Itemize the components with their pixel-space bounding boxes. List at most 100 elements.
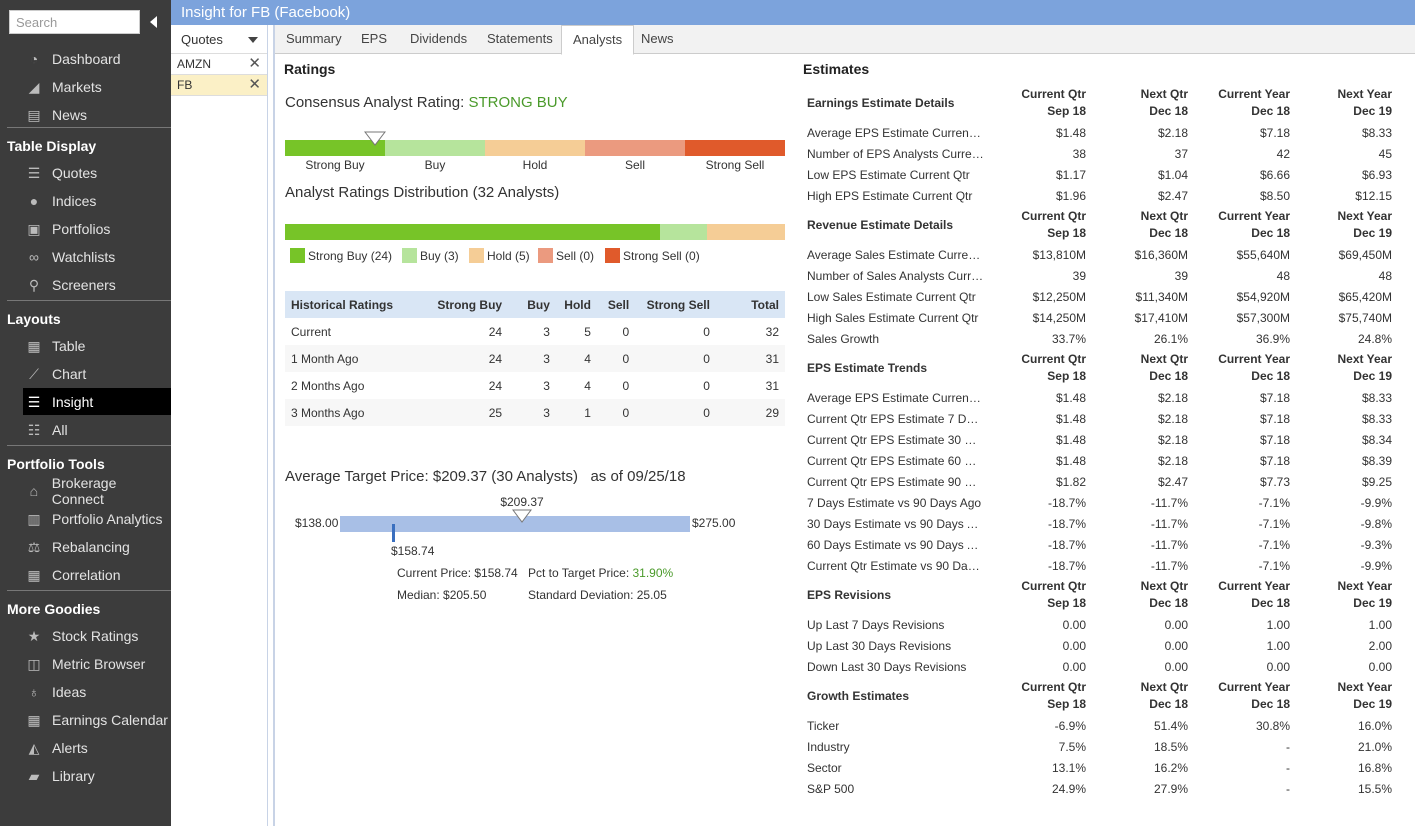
bank-icon: ⌂	[29, 482, 39, 499]
row-value: $8.50	[1259, 188, 1290, 203]
briefcase-icon: ▣	[27, 220, 41, 237]
table-cell: 3	[543, 324, 550, 339]
collapse-sidebar-icon[interactable]	[150, 16, 157, 28]
table-row: Number of EPS Analysts Current Qtr 38 37 42…	[807, 143, 1397, 164]
scale-segment	[585, 140, 685, 156]
estimate-column-header: Next Year Dec 19	[1290, 351, 1393, 385]
table-cell: 0	[703, 324, 710, 339]
row-value: 30.8%	[1255, 718, 1290, 733]
sidebar-item-quotes[interactable]: ☰ Quotes	[23, 159, 171, 186]
sidebar-item-dashboard[interactable]: ◔ Dashboard	[23, 45, 171, 72]
row-value: $8.33	[1361, 125, 1392, 140]
table-cell: 0	[596, 345, 636, 372]
row-value: -9.8%	[1360, 516, 1392, 531]
column-period: Next Year	[1337, 352, 1393, 366]
table-cell: 0	[622, 378, 630, 393]
table-header-row: Historical Ratings Strong Buy Buy Hold Sell S…	[285, 291, 785, 318]
tab-eps[interactable]: EPS	[350, 25, 398, 54]
sidebar-item-correlation[interactable]: ▦ Correlation	[23, 561, 171, 588]
dashboard-icon: ◔	[29, 50, 39, 67]
tab-dividends[interactable]: Dividends	[399, 25, 478, 54]
table-row: Low EPS Estimate Current Qtr $1.17 $1.04 $6…	[807, 164, 1397, 185]
sidebar-item-alerts[interactable]: ◭ Alerts	[23, 734, 171, 761]
row-value: 38	[1072, 146, 1086, 161]
ticker-row-amzn[interactable]: AMZN ✕	[171, 54, 267, 75]
row-value: $7.18	[1259, 453, 1290, 468]
tab-analysts[interactable]: Analysts	[561, 25, 635, 55]
table-cell: 24	[488, 378, 503, 393]
table-row: S&P 500 24.9% 27.9% - 15.5%	[807, 778, 1397, 799]
row-label: Current Qtr EPS Estimate 30 Days Ago	[807, 432, 984, 447]
row-value: 2.00	[1368, 638, 1392, 653]
sidebar-item-portfolio-analytics[interactable]: ▥ Portfolio Analytics	[23, 505, 171, 532]
quotes-dropdown[interactable]: Quotes	[171, 25, 267, 54]
row-value: $7.18	[1259, 125, 1290, 140]
search-input[interactable]	[9, 10, 140, 34]
tab-news[interactable]: News	[630, 25, 685, 54]
column-period: Current Qtr	[1021, 352, 1086, 366]
sidebar-item-portfolios[interactable]: ▣ Portfolios	[23, 215, 171, 242]
table-row: Industry 7.5% 18.5% - 21.0%	[807, 736, 1397, 757]
row-label: Industry	[807, 739, 850, 754]
sidebar-item-indices[interactable]: ● Indices	[23, 187, 171, 214]
tab-statements[interactable]: Statements	[476, 25, 564, 54]
sidebar-item-label: Rebalancing	[52, 538, 130, 555]
current-price-text: Current Price: $158.74	[397, 566, 518, 580]
column-date: Dec 18	[1251, 104, 1290, 118]
row-value: -18.7%	[1047, 537, 1086, 552]
consensus-value: STRONG BUY	[468, 94, 568, 111]
sidebar-item-label: News	[52, 106, 88, 123]
row-value: $69,450M	[1338, 247, 1392, 262]
sidebar-item-label: Chart	[52, 365, 87, 382]
sidebar-item-label: Quotes	[52, 164, 98, 181]
sidebar-item-chart[interactable]: ⟋ Chart	[23, 360, 171, 387]
legend-label: Strong Sell (0)	[623, 248, 700, 263]
row-value: 1.00	[1266, 638, 1290, 653]
sidebar-item-rebalancing[interactable]: ⚖ Rebalancing	[23, 533, 171, 560]
sidebar-item-label: Alerts	[52, 739, 88, 756]
sidebar-item-all[interactable]: ☷ All	[23, 416, 171, 443]
estimate-column-header: Current Year Dec 18	[1188, 351, 1290, 385]
column-date: Dec 18	[1149, 596, 1188, 610]
sidebar-section-title: More Goodies	[7, 601, 101, 617]
scale-label: Buy	[424, 158, 446, 172]
table-row: Low Sales Estimate Current Qtr $12,250M $1…	[807, 286, 1397, 307]
sidebar-item-watchlists[interactable]: ∞ Watchlists	[23, 243, 171, 270]
sidebar-item-earnings-calendar[interactable]: ▦ Earnings Calendar	[23, 706, 171, 733]
sidebar-item-stock-ratings[interactable]: ★ Stock Ratings	[23, 622, 171, 649]
row-value: $13,810M	[1032, 247, 1086, 262]
ticker-symbol: FB	[177, 78, 193, 92]
column-date: Dec 18	[1251, 369, 1290, 383]
estimate-column-header: Next Qtr Dec 18	[1086, 208, 1188, 242]
sidebar-item-news[interactable]: ▤ News	[23, 101, 171, 128]
ticker-row-fb[interactable]: FB ✕	[171, 75, 267, 96]
sidebar-item-insight[interactable]: ☰ Insight	[23, 388, 171, 415]
sidebar-item-table[interactable]: ▦ Table	[23, 332, 171, 359]
table-cell: 4	[584, 378, 591, 393]
panel-divider[interactable]	[273, 25, 275, 826]
row-label: 30 Days Estimate vs 90 Days Ago	[807, 516, 984, 531]
all-icon: ☷	[27, 421, 41, 438]
sidebar-item-library[interactable]: ▰ Library	[23, 762, 171, 789]
row-label: 60 Days Estimate vs 90 Days Ago	[807, 537, 984, 552]
sidebar-item-ideas[interactable]: ♁ Ideas	[23, 678, 171, 705]
ticker-list: AMZN ✕ FB ✕	[171, 54, 267, 96]
column-date: Dec 19	[1353, 104, 1392, 118]
row-value: 0.00	[1164, 638, 1188, 653]
sidebar-item-brokerage-connect[interactable]: ⌂ Brokerage Connect	[23, 475, 171, 507]
column-header: Total	[715, 291, 785, 318]
row-value: $2.47	[1157, 474, 1188, 489]
sidebar-item-markets[interactable]: ◢ Markets	[23, 73, 171, 100]
close-icon[interactable]: ✕	[248, 77, 261, 92]
table-cell: 29	[715, 399, 785, 426]
close-icon[interactable]: ✕	[248, 56, 261, 71]
sidebar-item-screeners[interactable]: ⚲ Screeners	[23, 271, 171, 298]
row-value: $8.33	[1361, 390, 1392, 405]
tab-summary[interactable]: Summary	[275, 25, 353, 54]
estimate-column-header: Current Year Dec 18	[1188, 578, 1290, 612]
table-cell: 24	[488, 324, 503, 339]
sidebar-item-label: Watchlists	[52, 248, 116, 265]
sidebar-item-metric-browser[interactable]: ◫ Metric Browser	[23, 650, 171, 677]
table-row: Current Qtr EPS Estimate 60 Days Ago $1.4…	[807, 450, 1397, 471]
row-label: S&P 500	[807, 781, 855, 796]
